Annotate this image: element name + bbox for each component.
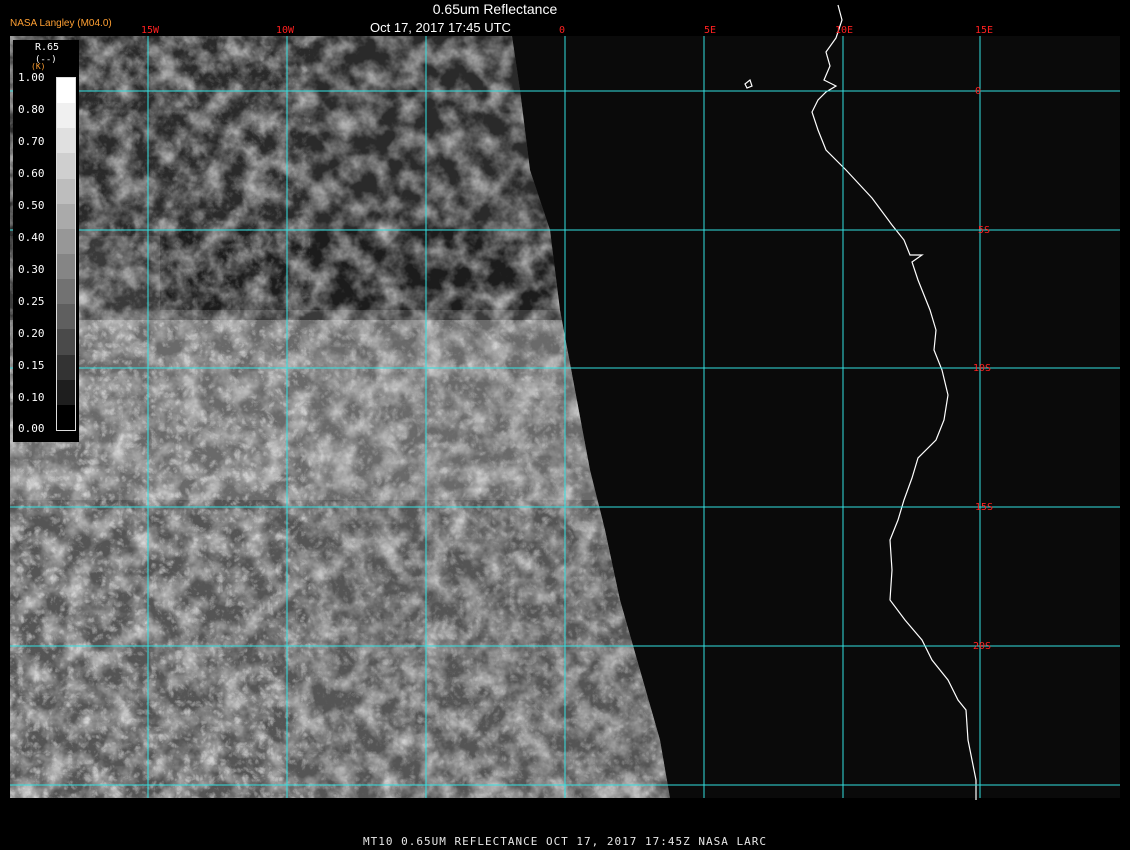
footer-caption: MT10 0.65UM REFLECTANCE OCT 17, 2017 17:… bbox=[363, 835, 767, 848]
legend-color-step bbox=[57, 354, 75, 381]
cloud-imagery bbox=[10, 36, 670, 798]
coastline bbox=[811, 4, 977, 800]
legend-tick-label: 0.70 bbox=[18, 135, 45, 148]
legend-title: R.65 bbox=[35, 42, 60, 53]
legend-tick-label: 1.00 bbox=[18, 71, 45, 84]
latitude-label: 0 bbox=[975, 86, 981, 97]
legend-color-step bbox=[57, 254, 75, 280]
legend-color-step bbox=[57, 78, 75, 104]
longitude-label: 15W bbox=[141, 25, 160, 36]
legend-tick-label: 0.15 bbox=[18, 359, 45, 372]
legend-color-step bbox=[57, 404, 75, 431]
legend-tick-label: 0.00 bbox=[18, 422, 45, 435]
legend-tick-label: 0.60 bbox=[18, 167, 45, 180]
satellite-map: 15W 10W 0 5E 10E 15E 0 5S 10S 15S 20S bbox=[10, 4, 1120, 800]
color-scale-legend: R.65 (--) (K) 1.00 0.80 0.70 0.60 0.50 0.40 0.… bbox=[13, 40, 79, 442]
longitude-label: 10E bbox=[835, 25, 853, 36]
longitude-label: 10W bbox=[276, 25, 295, 36]
legend-color-step bbox=[57, 279, 75, 305]
legend-tick-label: 0.10 bbox=[18, 391, 45, 404]
legend-tick-label: 0.30 bbox=[18, 263, 45, 276]
legend-tick-label: 0.20 bbox=[18, 327, 45, 340]
legend-unit-k: (K) bbox=[31, 62, 46, 71]
longitude-label: 5E bbox=[704, 25, 716, 36]
legend-tick-label: 0.50 bbox=[18, 199, 45, 212]
legend-color-step bbox=[57, 128, 75, 154]
legend-tick-label: 0.25 bbox=[18, 295, 45, 308]
longitude-label: 15E bbox=[975, 25, 993, 36]
legend-tick-label: 0.80 bbox=[18, 103, 45, 116]
latitude-label: 20S bbox=[973, 641, 991, 652]
coastline-island bbox=[744, 78, 753, 89]
legend-color-step bbox=[57, 304, 75, 330]
latitude-label: 15S bbox=[975, 502, 993, 513]
legend-color-step bbox=[57, 103, 75, 129]
legend-color-step bbox=[57, 153, 75, 180]
legend-tick-label: 0.40 bbox=[18, 231, 45, 244]
legend-color-step bbox=[57, 203, 75, 230]
latitude-label: 10S bbox=[973, 363, 991, 374]
longitude-label: 0 bbox=[559, 25, 565, 36]
legend-color-step bbox=[57, 329, 75, 356]
latitude-label: 5S bbox=[978, 225, 990, 236]
legend-color-step bbox=[57, 379, 75, 406]
legend-color-step bbox=[57, 178, 75, 205]
legend-color-bar bbox=[56, 77, 76, 431]
legend-color-step bbox=[57, 228, 75, 255]
